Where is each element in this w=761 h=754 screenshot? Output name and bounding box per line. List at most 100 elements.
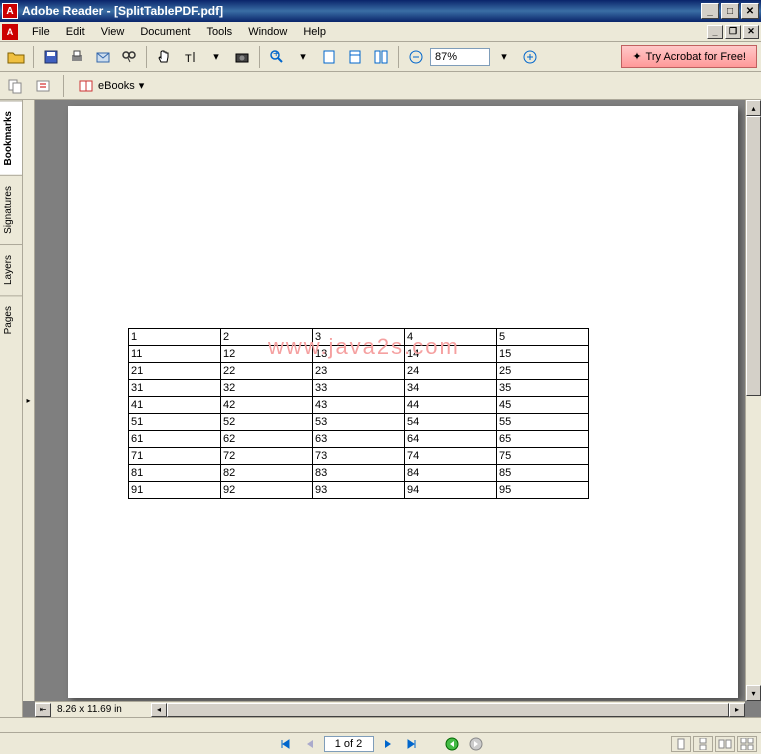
table-cell: 41	[129, 397, 221, 414]
continuous-view-button[interactable]	[693, 736, 713, 752]
try-acrobat-button[interactable]: ✦ Try Acrobat for Free!	[621, 45, 757, 68]
scroll-right-arrow[interactable]: ▸	[729, 703, 745, 717]
table-cell: 52	[221, 414, 313, 431]
table-cell: 42	[221, 397, 313, 414]
page-number-field[interactable]	[324, 736, 374, 752]
table-row: 9192939495	[129, 482, 589, 499]
table-row: 5152535455	[129, 414, 589, 431]
table-cell: 4	[405, 329, 497, 346]
table-cell: 21	[129, 363, 221, 380]
open-button[interactable]	[4, 45, 28, 69]
menu-file[interactable]: File	[24, 24, 58, 40]
table-cell: 14	[405, 346, 497, 363]
last-page-button[interactable]	[402, 735, 422, 753]
tab-bookmarks[interactable]: Bookmarks	[0, 100, 22, 175]
doc-minimize-button[interactable]: _	[707, 25, 723, 39]
minimize-button[interactable]: _	[701, 3, 719, 19]
table-cell: 1	[129, 329, 221, 346]
search-button[interactable]	[117, 45, 141, 69]
tab-pages[interactable]: Pages	[0, 295, 22, 344]
snapshot-button[interactable]	[230, 45, 254, 69]
table-cell: 73	[313, 448, 405, 465]
menu-view[interactable]: View	[93, 24, 133, 40]
panel-collapse-button[interactable]: ⇤	[35, 703, 51, 717]
menu-edit[interactable]: Edit	[58, 24, 93, 40]
single-page-view-button[interactable]	[671, 736, 691, 752]
scroll-thumb-h[interactable]	[167, 703, 729, 717]
email-button[interactable]	[91, 45, 115, 69]
tab-layers[interactable]: Layers	[0, 244, 22, 295]
table-row: 7172737475	[129, 448, 589, 465]
window-title: Adobe Reader - [SplitTablePDF.pdf]	[22, 4, 701, 18]
doc-restore-button[interactable]: ❐	[725, 25, 741, 39]
chevron-down-icon: ▾	[139, 79, 145, 92]
table-cell: 25	[497, 363, 589, 380]
menu-bar: A File Edit View Document Tools Window H…	[0, 22, 761, 42]
menu-help[interactable]: Help	[295, 24, 334, 40]
table-cell: 81	[129, 465, 221, 482]
table-cell: 12	[221, 346, 313, 363]
zoom-in-button[interactable]: +	[265, 45, 289, 69]
table-cell: 2	[221, 329, 313, 346]
table-cell: 34	[405, 380, 497, 397]
fit-width-button[interactable]	[343, 45, 367, 69]
close-button[interactable]: ✕	[741, 3, 759, 19]
zoom-field-dropdown[interactable]: ▾	[492, 45, 516, 69]
ebooks-icon	[78, 79, 94, 93]
hand-tool-button[interactable]	[152, 45, 176, 69]
vertical-scrollbar[interactable]: ▴ ▾	[745, 100, 761, 701]
main-toolbar: T ▾ + ▾ ▾ ✦ Try Acrobat for Free!	[0, 42, 761, 72]
menu-tools[interactable]: Tools	[199, 24, 241, 40]
text-select-button[interactable]: T	[178, 45, 202, 69]
zoom-field[interactable]	[430, 48, 490, 66]
review-button[interactable]	[32, 74, 56, 98]
tab-signatures[interactable]: Signatures	[0, 175, 22, 244]
table-cell: 61	[129, 431, 221, 448]
acrobat-icon: ✦	[632, 50, 641, 63]
table-cell: 45	[497, 397, 589, 414]
maximize-button[interactable]: □	[721, 3, 739, 19]
table-cell: 92	[221, 482, 313, 499]
scroll-left-arrow[interactable]: ◂	[151, 703, 167, 717]
table-row: 4142434445	[129, 397, 589, 414]
table-row: 12345	[129, 329, 589, 346]
panel-splitter[interactable]: ▸	[23, 100, 35, 701]
table-cell: 44	[405, 397, 497, 414]
table-cell: 13	[313, 346, 405, 363]
continuous-facing-view-button[interactable]	[737, 736, 757, 752]
scroll-thumb-v[interactable]	[746, 116, 761, 396]
scroll-up-arrow[interactable]: ▴	[746, 100, 761, 116]
table-row: 3132333435	[129, 380, 589, 397]
menu-window[interactable]: Window	[240, 24, 295, 40]
zoom-out-button[interactable]	[404, 45, 428, 69]
menu-document[interactable]: Document	[132, 24, 198, 40]
page-layout-button[interactable]	[369, 45, 393, 69]
table-cell: 24	[405, 363, 497, 380]
page-size-label: 8.26 x 11.69 in	[51, 704, 151, 715]
select-dropdown[interactable]: ▾	[204, 45, 228, 69]
table-cell: 93	[313, 482, 405, 499]
forward-button[interactable]	[466, 735, 486, 753]
ebooks-button[interactable]: eBooks ▾	[71, 76, 151, 96]
table-cell: 63	[313, 431, 405, 448]
print-button[interactable]	[65, 45, 89, 69]
secondary-toolbar: eBooks ▾	[0, 72, 761, 100]
zoom-in-button-2[interactable]	[518, 45, 542, 69]
first-page-button[interactable]	[276, 735, 296, 753]
scroll-down-arrow[interactable]: ▾	[746, 685, 761, 701]
zoom-dropdown[interactable]: ▾	[291, 45, 315, 69]
create-pdf-button[interactable]	[4, 74, 28, 98]
facing-view-button[interactable]	[715, 736, 735, 752]
table-cell: 54	[405, 414, 497, 431]
table-cell: 62	[221, 431, 313, 448]
doc-icon: A	[2, 24, 18, 40]
next-page-button[interactable]	[378, 735, 398, 753]
ebooks-label: eBooks	[98, 80, 135, 92]
table-row: 1112131415	[129, 346, 589, 363]
prev-page-button[interactable]	[300, 735, 320, 753]
save-button[interactable]	[39, 45, 63, 69]
back-button[interactable]	[442, 735, 462, 753]
fit-page-button[interactable]	[317, 45, 341, 69]
doc-close-button[interactable]: ✕	[743, 25, 759, 39]
table-cell: 31	[129, 380, 221, 397]
